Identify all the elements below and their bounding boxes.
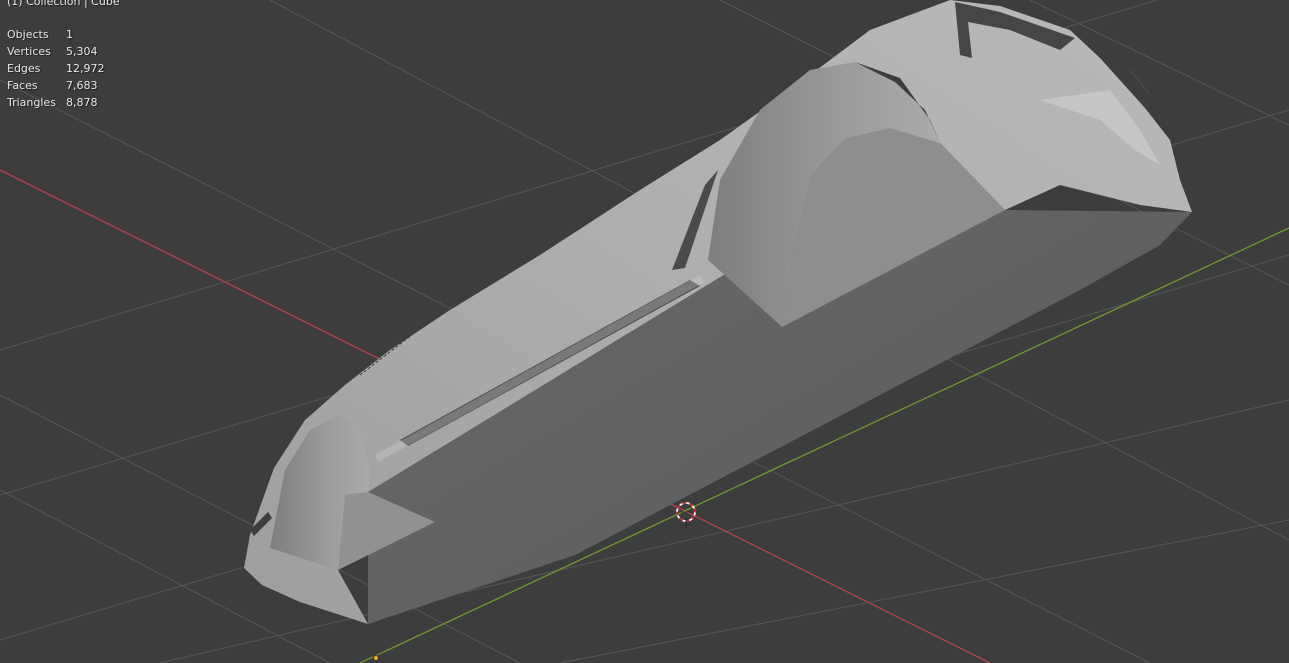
stat-value: 12,972 <box>66 62 105 75</box>
tail-edge <box>1129 69 1151 96</box>
viewport-scene[interactable] <box>0 0 1289 663</box>
stat-label: Faces <box>7 79 38 92</box>
stat-value: 8,878 <box>66 96 98 109</box>
collection-label: (1) Collection | Cube <box>7 0 120 8</box>
stat-row-triangles: Triangles 8,878 <box>7 94 120 111</box>
stat-value: 1 <box>66 28 73 41</box>
stat-row-edges: Edges 12,972 <box>7 60 120 77</box>
stat-row-objects: Objects 1 <box>7 26 120 43</box>
3d-cursor-icon[interactable] <box>676 502 696 528</box>
origin-point-icon[interactable] <box>372 655 379 662</box>
car-body-model[interactable] <box>244 0 1192 624</box>
stat-label: Triangles <box>7 96 56 109</box>
stat-value: 5,304 <box>66 45 98 58</box>
stat-label: Edges <box>7 62 41 75</box>
stat-label: Vertices <box>7 45 51 58</box>
stat-row-faces: Faces 7,683 <box>7 77 120 94</box>
3d-viewport[interactable]: (1) Collection | Cube Objects 1 Vertices… <box>0 0 1289 663</box>
stats-table: Objects 1 Vertices 5,304 Edges 12,972 Fa… <box>7 26 120 111</box>
stat-value: 7,683 <box>66 79 98 92</box>
stat-row-vertices: Vertices 5,304 <box>7 43 120 60</box>
stat-label: Objects <box>7 28 49 41</box>
statistics-overlay: (1) Collection | Cube Objects 1 Vertices… <box>7 0 120 111</box>
